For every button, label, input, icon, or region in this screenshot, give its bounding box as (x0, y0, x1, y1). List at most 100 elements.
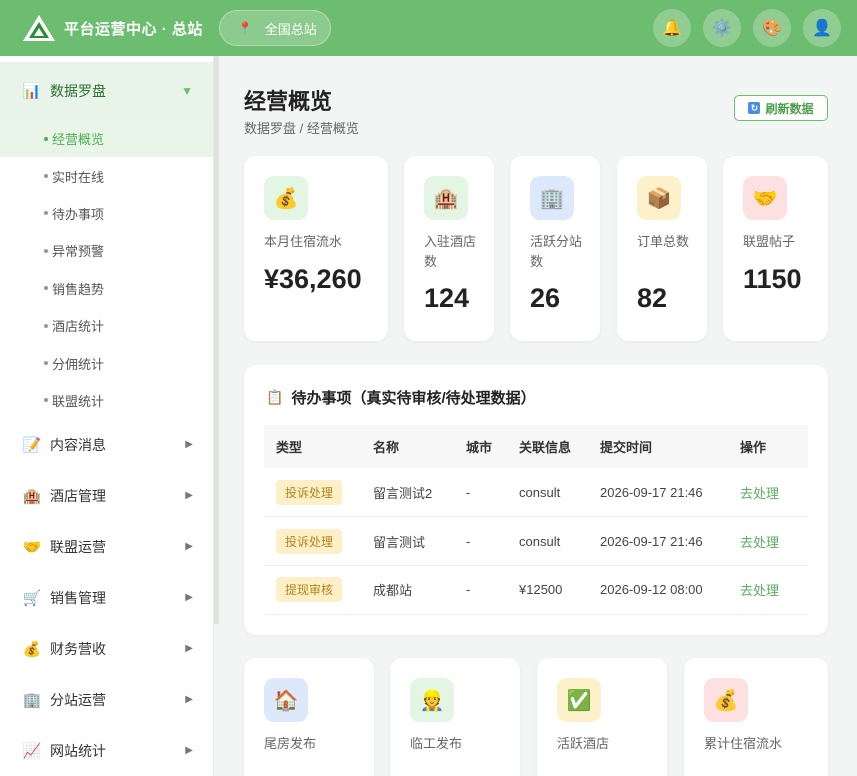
sidebar-item-sales-trend[interactable]: 销售趋势 (0, 270, 213, 307)
column-header: 类型 (264, 425, 361, 468)
stat-label: 本月住宿流水 (264, 234, 343, 249)
bell-icon[interactable]: 🔔 (653, 9, 691, 47)
sidebar-item-realtime[interactable]: 实时在线 (0, 157, 213, 194)
table-row: 提现审核 成都站 - ¥12500 2026-09-12 08:00 去处理 (264, 565, 808, 615)
handshake-icon: 🤝 (743, 176, 787, 220)
row-time: 2026-09-12 08:00 (588, 565, 728, 615)
sidebar-item-alliance-stats[interactable]: 联盟统计 (0, 382, 213, 419)
stat-card-total-revenue: 💰 累计住宿流水 (684, 658, 828, 776)
chevron-right-icon: ▶ (185, 592, 193, 604)
process-link[interactable]: 去处理 (740, 535, 779, 550)
location-label: 全国总站 (264, 21, 317, 37)
chevron-right-icon: ▶ (185, 439, 193, 451)
stat-card-alliance-posts: 🤝 联盟帖子 1150 (723, 156, 828, 341)
user-avatar-icon[interactable]: 👤 (803, 9, 841, 47)
refresh-icon: ↻ (748, 102, 761, 114)
chevron-down-icon: ▼ (181, 84, 193, 98)
stat-label: 尾房发布 (264, 736, 317, 751)
stat-card-tail-rooms: 🏠 尾房发布 (244, 658, 374, 776)
stat-label: 活跃酒店 (557, 736, 610, 751)
sidebar: 📊 数据罗盘 ▼ 经营概览 实时在线 待办事项 异常预警 销售趋势 酒店统计 分… (0, 56, 214, 776)
stat-value: 124 (424, 283, 470, 313)
sidebar-item-alerts[interactable]: 异常预警 (0, 232, 213, 269)
stat-label: 活跃分站数 (530, 234, 583, 269)
table-row: 投诉处理 留言测试2 - consult 2026-09-17 21:46 去处… (264, 468, 808, 518)
sidebar-section-finance[interactable]: 💰 财务营收 ▶ (0, 623, 213, 674)
sidebar-section-content[interactable]: 📝 内容消息 ▶ (0, 419, 213, 470)
pin-icon: 📍 (237, 21, 253, 35)
sidebar-scrollbar[interactable] (214, 56, 219, 624)
house-icon: 🏠 (264, 678, 308, 722)
palette-icon[interactable]: 🎨 (753, 9, 791, 47)
building-icon: 🏢 (22, 691, 42, 709)
stat-card-hotels: 🏨 入驻酒店数 124 (404, 156, 494, 341)
chevron-right-icon: ▶ (185, 541, 193, 553)
column-header: 城市 (454, 425, 507, 468)
sidebar-section-label: 数据罗盘 (50, 83, 106, 99)
process-link[interactable]: 去处理 (740, 583, 779, 598)
table-header-row: 类型 名称 城市 关联信息 提交时间 操作 (264, 425, 808, 468)
package-icon: 📦 (637, 176, 681, 220)
process-link[interactable]: 去处理 (740, 486, 779, 501)
top-header: 平台运营中心 · 总站 📍 全国总站 🔔 ⚙️ 🎨 👤 (0, 0, 857, 56)
check-icon: ✅ (557, 678, 601, 722)
chevron-right-icon: ▶ (185, 745, 193, 757)
todo-card: 📋 待办事项（真实待审核/待处理数据） 类型 名称 城市 关联信息 提交时间 操… (244, 365, 828, 635)
stat-label: 入驻酒店数 (424, 234, 477, 269)
memo-icon: 📝 (22, 436, 42, 454)
clipboard-icon: 📋 (266, 389, 284, 405)
hotel-icon: 🏨 (22, 487, 42, 505)
row-city: - (454, 565, 507, 615)
stat-value: 82 (637, 283, 668, 313)
sidebar-item-hotel-stats[interactable]: 酒店统计 (0, 307, 213, 344)
stat-label: 累计住宿流水 (704, 736, 783, 751)
cart-icon: 🛒 (22, 589, 42, 607)
row-city: - (454, 468, 507, 518)
row-name: 留言测试2 (361, 468, 454, 518)
money-bag-icon: 💰 (22, 640, 42, 658)
worker-icon: 👷 (410, 678, 454, 722)
sidebar-section-alliance[interactable]: 🤝 联盟运营 ▶ (0, 521, 213, 572)
sidebar-section-substation[interactable]: 🏢 分站运营 ▶ (0, 674, 213, 725)
money-bag-icon: 💰 (704, 678, 748, 722)
stat-card-orders: 📦 订单总数 82 (617, 156, 707, 341)
stat-card-temp-workers: 👷 临工发布 (390, 658, 520, 776)
sidebar-section-hotel[interactable]: 🏨 酒店管理 ▶ (0, 470, 213, 521)
chevron-right-icon: ▶ (185, 490, 193, 502)
sidebar-item-commission-stats[interactable]: 分佣统计 (0, 344, 213, 381)
refresh-button[interactable]: ↻ 刷新数据 (734, 95, 828, 121)
location-selector[interactable]: 📍 全国总站 (218, 10, 331, 46)
row-time: 2026-09-17 21:46 (588, 468, 728, 518)
row-info: consult (507, 468, 588, 518)
sidebar-section-data-compass[interactable]: 📊 数据罗盘 ▼ (0, 62, 213, 120)
sidebar-item-overview[interactable]: 经营概览 (0, 120, 213, 158)
type-badge: 提现审核 (276, 577, 343, 603)
sidebar-section-site-stats[interactable]: 📈 网站统计 ▶ (0, 725, 213, 776)
gear-icon[interactable]: ⚙️ (703, 9, 741, 47)
type-badge: 投诉处理 (276, 528, 343, 554)
row-name: 成都站 (361, 565, 454, 615)
column-header: 名称 (361, 425, 454, 468)
sidebar-section-sales[interactable]: 🛒 销售管理 ▶ (0, 572, 213, 623)
stat-value: 26 (530, 283, 561, 313)
row-city: - (454, 516, 507, 566)
line-chart-icon: 📈 (22, 742, 42, 760)
hotel-icon: 🏨 (424, 176, 468, 220)
building-icon: 🏢 (530, 176, 574, 220)
chevron-right-icon: ▶ (185, 643, 193, 655)
column-header: 操作 (728, 425, 808, 468)
table-row: 投诉处理 留言测试 - consult 2026-09-17 21:46 去处理 (264, 516, 808, 566)
row-name: 留言测试 (361, 516, 454, 566)
column-header: 提交时间 (588, 425, 728, 468)
stat-value: 1150 (743, 264, 802, 294)
sidebar-item-todo[interactable]: 待办事项 (0, 195, 213, 232)
stat-label: 联盟帖子 (743, 234, 796, 249)
logo-icon (23, 15, 55, 41)
breadcrumb: 数据罗盘 / 经营概览 (244, 121, 359, 136)
money-bag-icon: 💰 (264, 176, 308, 220)
row-time: 2026-09-17 21:46 (588, 516, 728, 566)
page-title: 经营概览 (244, 89, 333, 114)
stat-card-active-hotels: ✅ 活跃酒店 (537, 658, 667, 776)
stat-label: 临工发布 (410, 736, 463, 751)
chevron-right-icon: ▶ (185, 694, 193, 706)
